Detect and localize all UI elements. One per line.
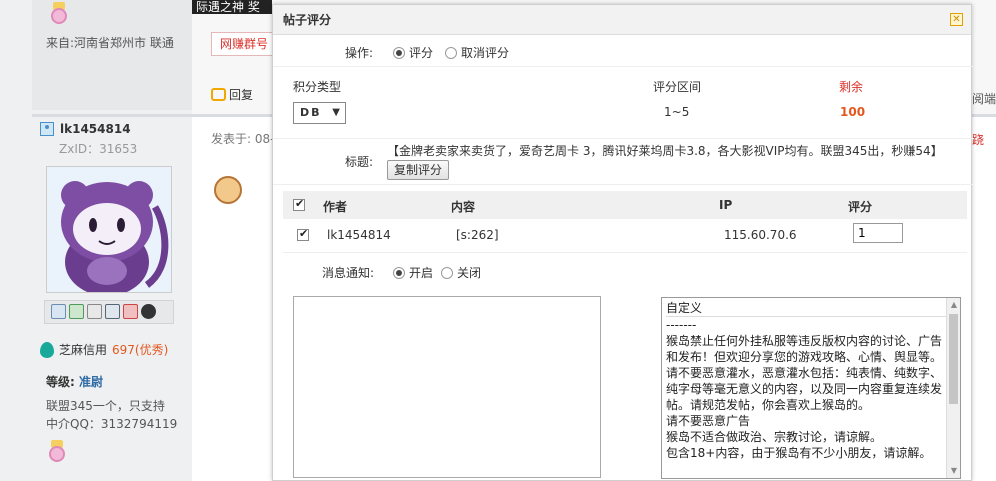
zxid: ZxID：31653 — [59, 142, 138, 156]
radio-unchecked-icon[interactable] — [441, 267, 453, 279]
close-icon[interactable]: ✕ — [950, 13, 963, 26]
username[interactable]: lk1454814 — [60, 122, 131, 136]
zhima-label: 芝麻信用 — [59, 343, 108, 357]
row-content: [s:262] — [456, 228, 499, 242]
row-checkbox[interactable] — [297, 227, 309, 241]
operation-label: 操作: — [345, 46, 374, 60]
contact-icons — [44, 300, 174, 324]
reason-item[interactable]: 包含18+内容，由于猴岛有不少小朋友，请谅解。 — [666, 445, 946, 461]
signature-line-2: 中介QQ：3132794119 — [46, 417, 178, 431]
score-type-value: DB — [300, 106, 322, 119]
col-ip: IP — [719, 198, 733, 212]
reason-item[interactable]: ------- — [666, 317, 946, 333]
op-rate-radio[interactable]: 评分 — [393, 44, 433, 61]
level-value[interactable]: 准尉 — [79, 375, 103, 389]
title-label: 标题: — [345, 155, 374, 169]
row-ip: 115.60.70.6 — [724, 228, 797, 242]
scroll-down-icon[interactable]: ▼ — [947, 464, 960, 478]
post-title-text: 【金牌老卖家来卖货了，爱奇艺周卡 3，腾讯好莱坞周卡3.8，各大影视VIP均有。… — [387, 144, 943, 158]
reason-item[interactable]: 请不要恶意灌水，恶意灌水包括：纯表情、纯数字、纯字母等毫无意义的内容，以及同一内… — [666, 365, 946, 413]
zhima-score: 697(优秀) — [112, 343, 169, 357]
radio-unchecked-icon[interactable] — [445, 47, 457, 59]
operation-row: 操作: 评分 取消评分 — [273, 35, 973, 67]
dialog-title-bar: 帖子评分 ✕ — [273, 5, 971, 35]
remaining-label: 剩余 — [839, 80, 864, 94]
reason-item[interactable]: 猴岛不适合做政治、宗教讨论，请谅解。 — [666, 429, 946, 445]
user-icon — [40, 122, 54, 136]
zhima-icon — [40, 341, 54, 358]
table-row: lk1454814 [s:262] 115.60.70.6 — [283, 219, 967, 253]
notify-off-radio[interactable]: 关闭 — [441, 264, 481, 281]
reason-item[interactable]: 请不要恶意广告 — [666, 413, 946, 429]
reply-icon — [211, 88, 226, 101]
right-edge-red-text: 跷 — [972, 133, 985, 147]
notify-off-label: 关闭 — [457, 266, 482, 280]
reason-textarea[interactable] — [293, 296, 601, 478]
col-content: 内容 — [451, 200, 476, 214]
location-text: 来自:河南省郑州市 联通 — [46, 36, 174, 50]
reply-button[interactable]: 回复 — [211, 86, 253, 103]
reason-item[interactable]: 猴岛禁止任何外挂私服等违反版权内容的讨论、广告和发布！但欢迎分享您的游戏攻略、心… — [666, 333, 946, 365]
chevron-down-icon: ▼ — [332, 107, 340, 118]
signature-line-1: 联盟345一个，只支持 — [46, 399, 165, 413]
remaining-value: 100 — [840, 105, 866, 119]
reason-list[interactable]: 自定义 ------- 猴岛禁止任何外挂私服等违反版权内容的讨论、广告和发布！但… — [661, 297, 961, 479]
radio-checked-icon[interactable] — [393, 47, 405, 59]
score-type-label: 积分类型 — [293, 80, 342, 94]
score-type-select[interactable]: DB ▼ — [293, 102, 346, 124]
dialog-title: 帖子评分 — [283, 13, 332, 27]
notify-label: 消息通知: — [322, 266, 375, 280]
score-range-value: 1~5 — [664, 105, 690, 119]
top-nav-strip[interactable]: 际遇之神 奖 — [192, 0, 272, 14]
select-all-checkbox[interactable] — [293, 197, 305, 211]
scrollbar[interactable]: ▲ ▼ — [946, 298, 960, 478]
op-cancel-label: 取消评分 — [461, 46, 510, 60]
right-edge-text: 阅端 — [972, 92, 996, 106]
posted-time: 发表于: 08- — [211, 132, 273, 146]
scroll-up-icon[interactable]: ▲ — [947, 298, 960, 312]
copy-score-button[interactable]: 复制评分 — [387, 160, 450, 180]
row-author: lk1454814 — [327, 228, 391, 242]
blocks-icon[interactable] — [123, 304, 138, 319]
title-row: 标题: 【金牌老卖家来卖货了，爱奇艺周卡 3，腾讯好莱坞周卡3.8，各大影视VI… — [273, 139, 973, 185]
col-score: 评分 — [848, 200, 873, 214]
monkey-emoji-icon — [214, 176, 242, 204]
mail-icon[interactable] — [51, 304, 66, 319]
score-range-label: 评分区间 — [653, 80, 702, 94]
op-rate-label: 评分 — [409, 46, 434, 60]
table-header: 作者 内容 IP 评分 — [283, 191, 967, 219]
col-author: 作者 — [323, 200, 348, 214]
score-type-row: 积分类型 评分区间 剩余 DB ▼ 1~5 100 — [273, 67, 973, 139]
reason-item[interactable]: 自定义 — [666, 300, 946, 317]
profile-card-icon[interactable] — [105, 304, 120, 319]
medal-icon — [48, 440, 66, 462]
add-friend-icon[interactable] — [69, 304, 84, 319]
score-input[interactable] — [853, 223, 903, 243]
scrollbar-thumb[interactable] — [949, 314, 958, 404]
radio-checked-icon[interactable] — [393, 267, 405, 279]
zhima-credit: 芝麻信用 697(优秀) — [40, 341, 168, 358]
rating-dialog: 帖子评分 ✕ 操作: 评分 取消评分 积分类型 评分区间 剩余 DB ▼ 1~5 … — [272, 4, 973, 481]
qq-icon[interactable] — [141, 304, 156, 319]
search-posts-icon[interactable] — [87, 304, 102, 319]
username-row[interactable]: lk1454814 — [40, 122, 131, 136]
level-label: 等级: — [46, 375, 75, 389]
notify-row: 消息通知: 开启 关闭 — [273, 257, 973, 287]
op-cancel-radio[interactable]: 取消评分 — [445, 44, 509, 61]
wzq-group-button[interactable]: 网赚群号 — [211, 32, 273, 56]
reason-items: 自定义 ------- 猴岛禁止任何外挂私服等违反版权内容的讨论、广告和发布！但… — [666, 300, 946, 461]
notify-on-radio[interactable]: 开启 — [393, 264, 433, 281]
avatar[interactable] — [46, 166, 172, 293]
notify-on-label: 开启 — [409, 266, 434, 280]
user-level: 等级: 准尉 — [46, 373, 103, 390]
reply-label: 回复 — [229, 88, 254, 102]
medal-icon — [50, 2, 68, 24]
